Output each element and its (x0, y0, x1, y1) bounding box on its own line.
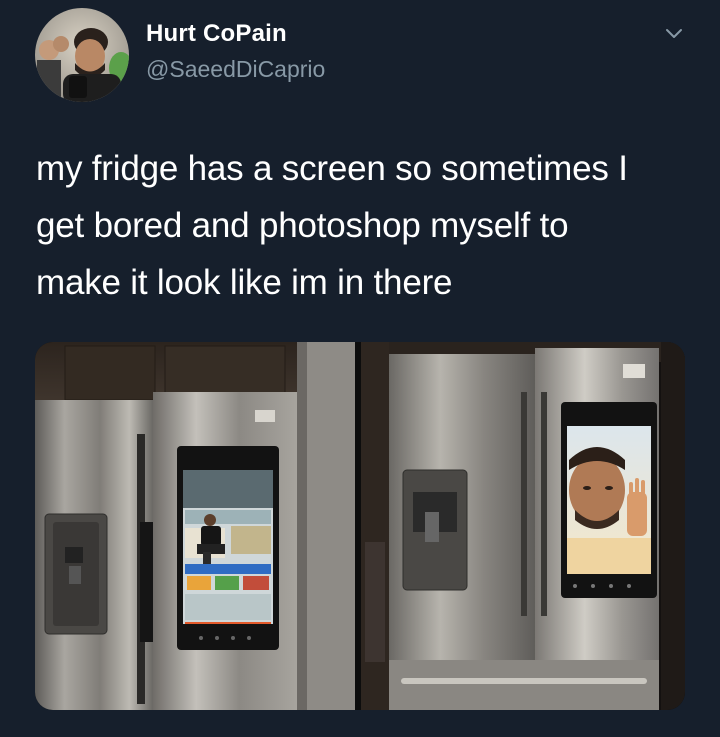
tweet-text-line: my fridge has a screen so sometimes I (36, 149, 628, 188)
tweet-text: my fridge has a screen so sometimes I ge… (36, 140, 696, 311)
author-handle[interactable]: @SaeedDiCaprio (146, 56, 325, 83)
chevron-down-icon[interactable] (662, 22, 686, 46)
media-photo-left[interactable] (35, 342, 355, 710)
tweet-card: Hurt CoPain @SaeedDiCaprio my fridge has… (0, 0, 720, 737)
media-photo-right[interactable] (361, 342, 685, 710)
tweet-text-line: make it look like im in there (36, 263, 453, 302)
tweet-media[interactable] (35, 342, 685, 710)
author-avatar[interactable] (35, 8, 129, 102)
author-display-name[interactable]: Hurt CoPain (146, 20, 287, 48)
tweet-text-line: get bored and photoshop myself to (36, 206, 569, 245)
